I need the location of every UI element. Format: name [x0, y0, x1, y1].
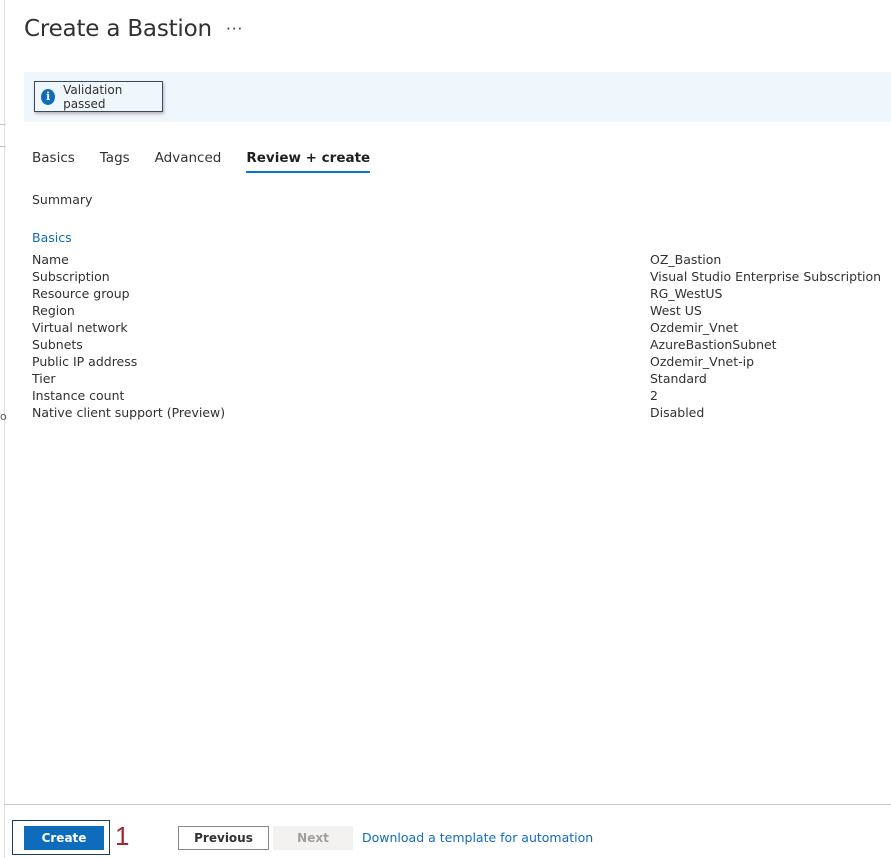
summary-row: Instance count 2	[32, 387, 891, 404]
summary-row: Resource group RG_WestUS	[32, 285, 891, 302]
wizard-tabs: Basics Tags Advanced Review + create	[32, 150, 395, 173]
row-key: Subscription	[32, 269, 110, 284]
summary-row: Native client support (Preview) Disabled	[32, 404, 891, 421]
summary-row: Region West US	[32, 302, 891, 319]
edge-char: o	[0, 410, 7, 423]
left-panel-edge	[0, 0, 5, 858]
row-value: RG_WestUS	[650, 286, 723, 301]
row-value: Ozdemir_Vnet	[650, 320, 739, 335]
summary-heading: Summary	[32, 192, 93, 207]
row-key: Resource group	[32, 286, 130, 301]
validation-text: Validation passed	[63, 82, 123, 111]
section-basics-heading: Basics	[32, 230, 72, 245]
row-key: Instance count	[32, 388, 125, 403]
row-value: AzureBastionSubnet	[650, 337, 777, 352]
tab-advanced[interactable]: Advanced	[155, 150, 222, 172]
create-button[interactable]: Create	[24, 826, 104, 850]
summary-row: Tier Standard	[32, 370, 891, 387]
tab-tags[interactable]: Tags	[100, 150, 130, 172]
summary-table: Name OZ_Bastion Subscription Visual Studio…	[32, 251, 891, 421]
page-title: Create a Bastion	[24, 16, 212, 42]
summary-row: Subnets AzureBastionSubnet	[32, 336, 891, 353]
row-value: Standard	[650, 371, 707, 386]
previous-button[interactable]: Previous	[178, 826, 269, 850]
row-value: Disabled	[650, 405, 705, 420]
row-key: Region	[32, 303, 75, 318]
download-template-link[interactable]: Download a template for automation	[362, 830, 593, 845]
row-key: Name	[32, 252, 69, 267]
edge-tick	[0, 146, 6, 147]
row-key: Tier	[32, 371, 56, 386]
step-annotation: 1	[115, 821, 130, 851]
validation-banner: i Validation passed	[24, 72, 891, 122]
summary-row: Virtual network Ozdemir_Vnet	[32, 319, 891, 336]
edge-tick	[0, 124, 6, 125]
tab-review-create[interactable]: Review + create	[246, 150, 370, 173]
summary-row: Subscription Visual Studio Enterprise Sub…	[32, 268, 891, 285]
tab-basics[interactable]: Basics	[32, 150, 75, 172]
row-value: West US	[650, 303, 702, 318]
next-button: Next	[273, 826, 353, 850]
row-key: Virtual network	[32, 320, 128, 335]
row-value: Visual Studio Enterprise Subscription	[650, 269, 882, 284]
summary-row: Public IP address Ozdemir_Vnet-ip	[32, 353, 891, 370]
footer-divider	[4, 804, 891, 805]
row-value: 2	[650, 388, 658, 403]
summary-row: Name OZ_Bastion	[32, 251, 891, 268]
row-value: OZ_Bastion	[650, 252, 722, 267]
row-key: Subnets	[32, 337, 83, 352]
info-icon: i	[41, 88, 56, 105]
row-value: Ozdemir_Vnet-ip	[650, 354, 755, 369]
row-key: Native client support (Preview)	[32, 405, 226, 420]
row-key: Public IP address	[32, 354, 138, 369]
more-options-button[interactable]: ···	[226, 20, 243, 38]
validation-status: i Validation passed	[34, 81, 163, 112]
